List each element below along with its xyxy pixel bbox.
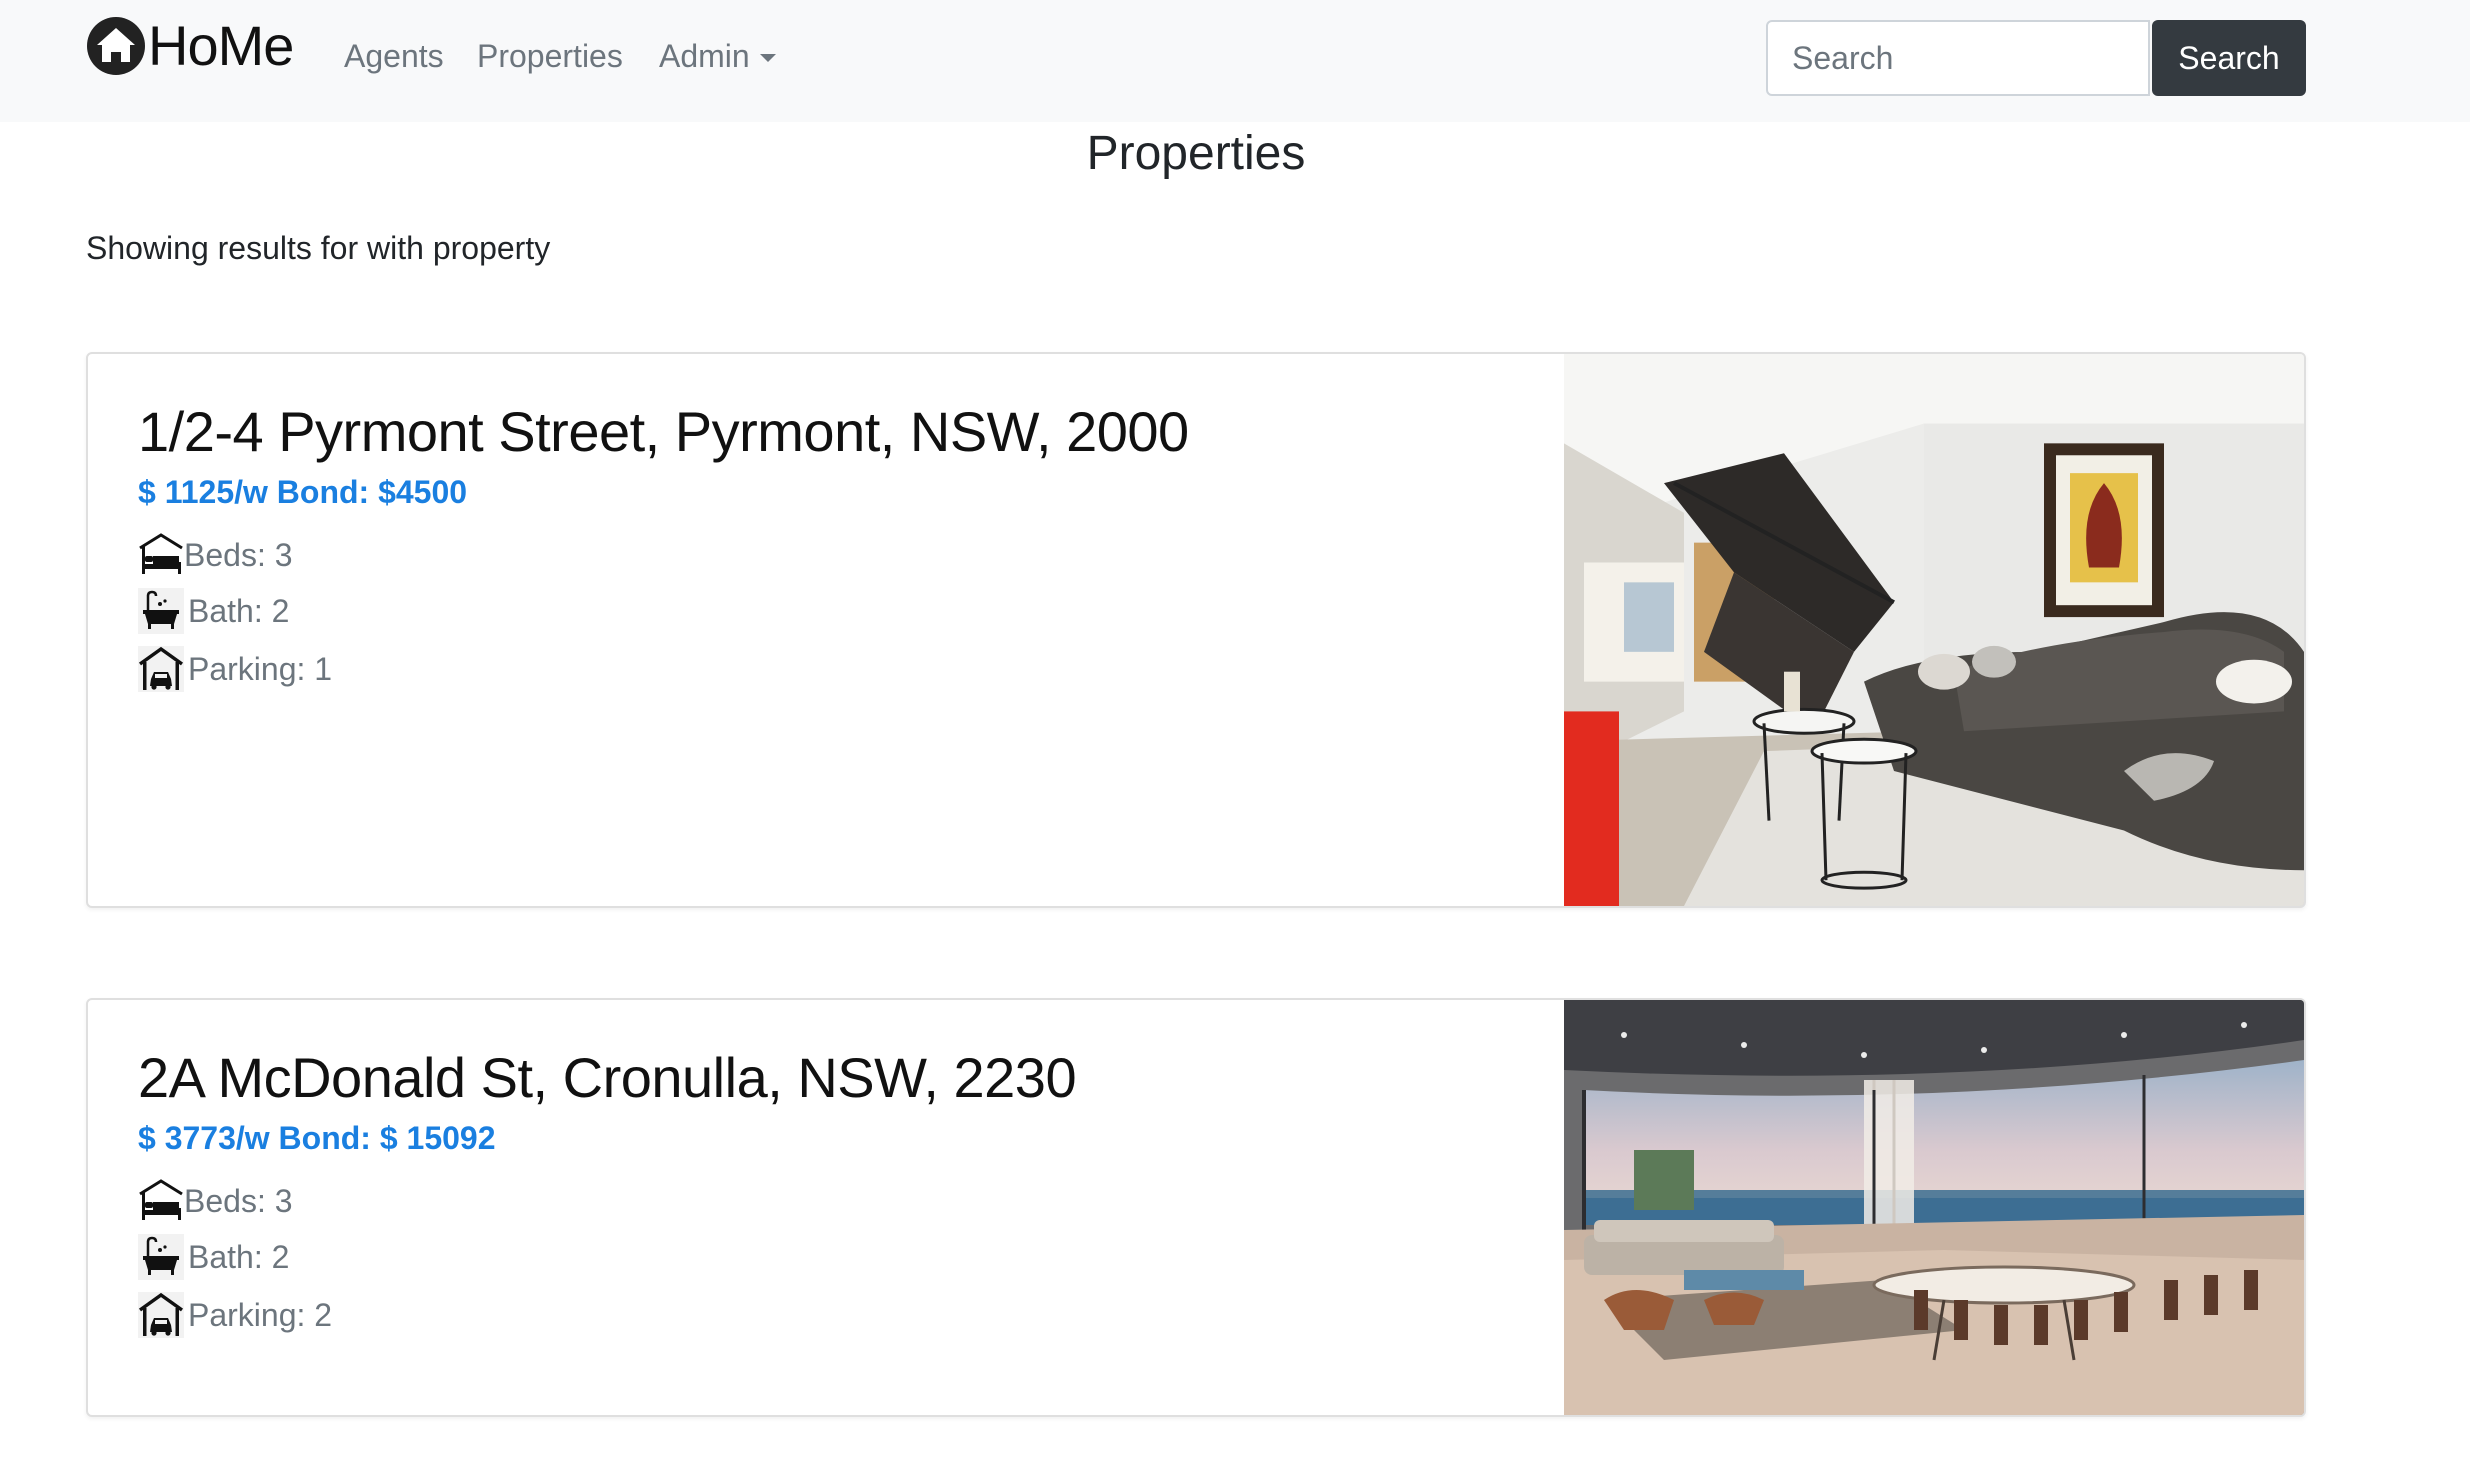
house-icon xyxy=(87,17,145,75)
brand-name: HoMe xyxy=(148,14,294,77)
bathtub-icon xyxy=(138,1234,184,1280)
parking-label: Parking: 2 xyxy=(188,1297,333,1333)
nav-properties[interactable]: Properties xyxy=(477,36,623,76)
bathtub-icon xyxy=(138,588,184,634)
living-room-photo xyxy=(1564,354,2304,906)
property-price: $ 3773/w Bond: $ 15092 xyxy=(138,1120,496,1156)
feature-bath: Bath: 2 xyxy=(138,1234,289,1280)
ocean-view-living-photo xyxy=(1564,1000,2304,1415)
feature-parking: Parking: 2 xyxy=(138,1292,332,1338)
property-card[interactable]: 2A McDonald St, Cronulla, NSW, 2230 $ 37… xyxy=(86,998,2306,1417)
feature-beds: Beds: 3 xyxy=(138,1178,293,1224)
beds-label: Beds: 3 xyxy=(184,537,293,573)
property-price: $ 1125/w Bond: $4500 xyxy=(138,474,468,510)
search-input[interactable] xyxy=(1766,20,2150,96)
brand-link[interactable]: HoMe xyxy=(86,14,294,77)
search-button[interactable]: Search xyxy=(2152,20,2306,96)
nav-admin-label: Admin xyxy=(659,38,750,74)
feature-beds: Beds: 3 xyxy=(138,532,293,578)
bath-label: Bath: 2 xyxy=(188,593,290,629)
property-address[interactable]: 1/2-4 Pyrmont Street, Pyrmont, NSW, 2000 xyxy=(138,400,1189,464)
property-card[interactable]: 1/2-4 Pyrmont Street, Pyrmont, NSW, 2000… xyxy=(86,352,2306,908)
property-photo[interactable] xyxy=(1564,354,2304,906)
property-photo[interactable] xyxy=(1564,1000,2304,1415)
property-address[interactable]: 2A McDonald St, Cronulla, NSW, 2230 xyxy=(138,1046,1077,1110)
feature-bath: Bath: 2 xyxy=(138,588,289,634)
feature-parking: Parking: 1 xyxy=(138,646,332,692)
parking-label: Parking: 1 xyxy=(188,651,333,687)
nav-agents[interactable]: Agents xyxy=(344,36,444,76)
garage-car-icon xyxy=(138,646,184,692)
bed-icon xyxy=(139,1179,183,1220)
garage-car-icon xyxy=(138,1292,184,1338)
results-summary: Showing results for with property xyxy=(86,230,551,266)
navbar: HoMe Agents Properties Admin Search xyxy=(0,0,2470,122)
bed-icon xyxy=(139,533,183,574)
chevron-down-icon xyxy=(759,54,776,62)
page-title: Properties xyxy=(1086,127,1306,180)
beds-label: Beds: 3 xyxy=(184,1183,293,1219)
nav-admin-dropdown[interactable]: Admin xyxy=(659,36,776,76)
bath-label: Bath: 2 xyxy=(188,1239,290,1275)
